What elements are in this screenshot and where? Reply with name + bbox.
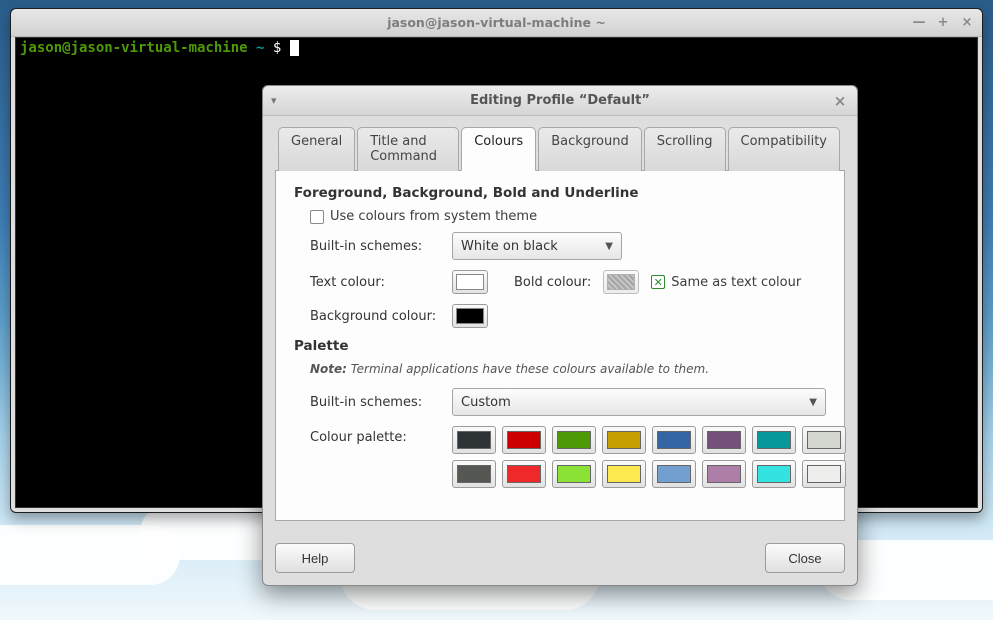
dialog-menu-icon[interactable]: ▾	[271, 94, 277, 107]
palette-colour-14[interactable]	[752, 460, 796, 488]
palette-swatch	[457, 465, 491, 483]
background-colour-button[interactable]	[452, 304, 488, 328]
text-colour-button[interactable]	[452, 270, 488, 294]
palette-swatch	[707, 465, 741, 483]
close-button[interactable]: ×	[958, 13, 976, 31]
palette-colour-6[interactable]	[752, 426, 796, 454]
use-system-theme-label: Use colours from system theme	[330, 209, 537, 224]
palette-swatch	[507, 465, 541, 483]
palette-swatch	[807, 465, 841, 483]
tab-general[interactable]: General	[278, 127, 355, 171]
tab-bar: General Title and Command Colours Backgr…	[275, 126, 845, 171]
palette-swatch	[807, 431, 841, 449]
tab-panel-colours: Foreground, Background, Bold and Underli…	[275, 171, 845, 521]
palette-swatch	[657, 431, 691, 449]
profile-dialog: ▾ Editing Profile “Default” × General Ti…	[262, 85, 858, 586]
palette-note: Note: Terminal applications have these c…	[310, 362, 826, 376]
tab-compatibility[interactable]: Compatibility	[728, 127, 841, 171]
text-colour-swatch	[456, 274, 484, 290]
background-colour-label: Background colour:	[310, 309, 440, 324]
minimize-button[interactable]: —	[910, 13, 928, 31]
palette-swatch	[557, 431, 591, 449]
maximize-button[interactable]: +	[934, 13, 952, 31]
builtin-schemes-combo[interactable]: White on black ▼	[452, 232, 622, 260]
bold-colour-label: Bold colour:	[514, 275, 591, 290]
checkbox-checked-icon	[651, 275, 665, 289]
palette-colour-12[interactable]	[652, 460, 696, 488]
palette-colour-0[interactable]	[452, 426, 496, 454]
same-as-text-checkbox[interactable]: Same as text colour	[651, 275, 801, 290]
dialog-titlebar[interactable]: ▾ Editing Profile “Default” ×	[263, 86, 857, 116]
palette-colour-1[interactable]	[502, 426, 546, 454]
text-colour-label: Text colour:	[310, 275, 440, 290]
palette-swatch	[507, 431, 541, 449]
tab-scrolling[interactable]: Scrolling	[644, 127, 726, 171]
palette-grid	[452, 426, 846, 488]
palette-swatch	[757, 431, 791, 449]
builtin-schemes-value: White on black	[461, 239, 558, 254]
terminal-cursor	[290, 40, 299, 56]
use-system-theme-checkbox[interactable]: Use colours from system theme	[310, 209, 537, 224]
same-as-text-label: Same as text colour	[671, 275, 801, 290]
terminal-titlebar[interactable]: jason@jason-virtual-machine ~ — + ×	[11, 9, 982, 37]
builtin-schemes-label: Built-in schemes:	[310, 239, 440, 254]
palette-colour-8[interactable]	[452, 460, 496, 488]
palette-colour-10[interactable]	[552, 460, 596, 488]
section-foreground-title: Foreground, Background, Bold and Underli…	[294, 185, 826, 201]
palette-swatch	[457, 431, 491, 449]
palette-swatch	[607, 465, 641, 483]
palette-colour-9[interactable]	[502, 460, 546, 488]
dialog-title: Editing Profile “Default”	[470, 93, 650, 108]
tab-colours[interactable]: Colours	[461, 127, 536, 171]
palette-colour-3[interactable]	[602, 426, 646, 454]
palette-swatch	[657, 465, 691, 483]
palette-colour-4[interactable]	[652, 426, 696, 454]
palette-colour-7[interactable]	[802, 426, 846, 454]
prompt-user-host: jason@jason-virtual-machine	[20, 40, 248, 56]
checkbox-icon	[310, 210, 324, 224]
section-palette-title: Palette	[294, 338, 826, 354]
bold-colour-swatch	[607, 274, 635, 290]
palette-colour-2[interactable]	[552, 426, 596, 454]
colour-palette-label: Colour palette:	[310, 426, 440, 445]
palette-swatch	[557, 465, 591, 483]
tab-background[interactable]: Background	[538, 127, 642, 171]
bold-colour-button[interactable]	[603, 270, 639, 294]
palette-colour-15[interactable]	[802, 460, 846, 488]
palette-colour-13[interactable]	[702, 460, 746, 488]
tab-title-and-command[interactable]: Title and Command	[357, 127, 459, 171]
palette-swatch	[607, 431, 641, 449]
chevron-down-icon: ▼	[605, 241, 613, 252]
palette-swatch	[757, 465, 791, 483]
palette-swatch	[707, 431, 741, 449]
terminal-title: jason@jason-virtual-machine ~	[387, 15, 606, 30]
close-dialog-button[interactable]: Close	[765, 543, 845, 573]
palette-builtin-schemes-label: Built-in schemes:	[310, 395, 440, 410]
help-button[interactable]: Help	[275, 543, 355, 573]
palette-colour-5[interactable]	[702, 426, 746, 454]
background-colour-swatch	[456, 308, 484, 324]
dialog-close-icon[interactable]: ×	[831, 92, 849, 110]
palette-builtin-schemes-value: Custom	[461, 395, 511, 410]
chevron-down-icon: ▼	[809, 397, 817, 408]
palette-builtin-schemes-combo[interactable]: Custom ▼	[452, 388, 826, 416]
palette-colour-11[interactable]	[602, 460, 646, 488]
